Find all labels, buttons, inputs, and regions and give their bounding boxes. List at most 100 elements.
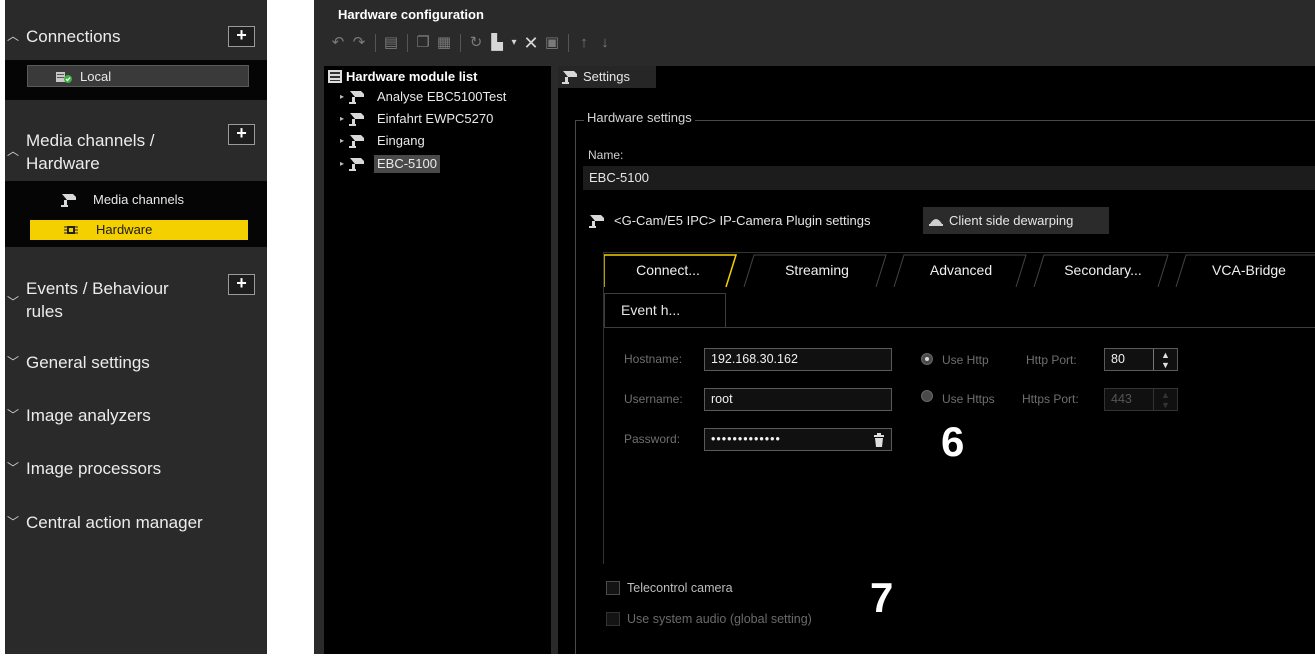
sidebar-item-label: Media channels: [93, 192, 185, 207]
settings-panel: Settings Hardware settings Name: EBC-510…: [558, 66, 1315, 654]
system-audio-label: Use system audio (global setting): [627, 612, 812, 626]
page-title: Hardware configuration: [338, 7, 484, 22]
tree-item-label: Einfahrt EWPC5270: [377, 111, 494, 126]
name-field[interactable]: EBC-5100: [583, 166, 1315, 190]
tab-streaming[interactable]: Streaming: [754, 253, 880, 287]
name-label: Name:: [588, 148, 624, 162]
expand-arrow-icon[interactable]: ▸: [340, 155, 344, 173]
section-label: Image processors: [26, 459, 162, 478]
tab-plugin-settings[interactable]: <G-Cam/E5 IPC> IP-Camera Plugin settings: [588, 207, 871, 234]
tab-label: Client side dewarping: [949, 213, 1074, 228]
group-title: Hardware settings: [584, 110, 695, 125]
password-input[interactable]: •••••••••••••: [704, 428, 892, 451]
copy-icon[interactable]: ❐: [413, 33, 433, 53]
tab-secondary[interactable]: Secondary...: [1044, 253, 1162, 287]
chevron-down-icon: ﹀: [7, 461, 20, 475]
module-list-title: Hardware module list: [346, 69, 478, 84]
chevron-down-icon: ﹀: [7, 355, 20, 369]
http-port-value: 80: [1111, 352, 1125, 366]
password-label: Password:: [624, 432, 681, 446]
section-label-line2: Hardware: [26, 154, 100, 173]
trash-icon: [874, 433, 884, 447]
save-icon[interactable]: ▤: [381, 33, 401, 53]
connections-list: Local: [5, 60, 267, 100]
chevron-up-icon: ︿: [7, 29, 20, 43]
toolbar-separator: [407, 34, 408, 52]
telecontrol-label: Telecontrol camera: [627, 581, 733, 595]
http-port-label: Http Port:: [1026, 353, 1077, 367]
expand-arrow-icon[interactable]: ▸: [340, 110, 344, 128]
https-port-stepper[interactable]: 443 ▲ ▼: [1104, 388, 1178, 411]
undo-icon[interactable]: ↶: [328, 33, 348, 53]
hardware-configuration-panel: Hardware configuration ↶ ↷ ▤ ❐ ▦ ↻ ▙ ▾ ✕…: [314, 0, 1315, 654]
move-up-icon[interactable]: ↑: [574, 33, 594, 53]
tab-advanced[interactable]: Advanced: [902, 253, 1020, 287]
tree-item-label: EBC-5100: [374, 155, 440, 173]
section-label: General settings: [26, 353, 150, 372]
tab-client-dewarping[interactable]: Client side dewarping: [923, 207, 1109, 234]
system-audio-checkbox[interactable]: [606, 612, 620, 626]
sidebar-item-hardware[interactable]: Hardware: [30, 220, 248, 240]
add-connection-button[interactable]: +: [228, 26, 255, 47]
tab-event-handling[interactable]: Event h...: [604, 293, 726, 327]
use-https-radio[interactable]: [921, 390, 933, 402]
sidebar: ︿ Connections + Local ︿ Media channels /…: [5, 0, 267, 654]
section-label-line1: Events / Behaviour: [26, 279, 169, 298]
callout-number-7: 7: [870, 574, 894, 621]
sidebar-item-label: Hardware: [96, 222, 153, 237]
camera-icon: [348, 111, 366, 132]
section-label: Connections: [26, 27, 121, 46]
telecontrol-checkbox[interactable]: [606, 581, 620, 595]
sidebar-item-label: Local: [80, 69, 112, 84]
hostname-input[interactable]: 192.168.30.162: [704, 348, 892, 371]
add-module-icon[interactable]: ▙: [487, 33, 507, 53]
chevron-down-icon: ﹀: [7, 515, 20, 529]
refresh-icon[interactable]: ↻: [466, 33, 486, 53]
dropdown-arrow-icon[interactable]: ▾: [508, 33, 520, 53]
chip-icon: [63, 222, 79, 244]
tree-item-label: Eingang: [377, 133, 425, 148]
http-port-stepper[interactable]: 80 ▲ ▼: [1104, 348, 1178, 371]
toolbar-separator: [375, 34, 376, 52]
expand-arrow-icon[interactable]: ▸: [340, 132, 344, 150]
sidebar-item-local[interactable]: Local: [27, 65, 249, 87]
add-event-button[interactable]: +: [228, 274, 255, 295]
use-http-radio[interactable]: [921, 353, 933, 365]
expand-arrow-icon[interactable]: ▸: [340, 88, 344, 106]
toolbar-separator: [460, 34, 461, 52]
tree-item-label: Analyse EBC5100Test: [377, 89, 507, 104]
password-value: •••••••••••••: [711, 432, 781, 446]
tab-label: Settings: [583, 69, 630, 84]
https-port-label: Https Port:: [1022, 392, 1079, 406]
use-https-label: Use Https: [942, 392, 995, 406]
paste-icon[interactable]: ▦: [434, 33, 454, 53]
section-label: Central action manager: [26, 513, 203, 532]
hostname-label: Hostname:: [624, 352, 683, 366]
stepper-arrows-icon[interactable]: ▲ ▼: [1153, 349, 1177, 370]
delete-icon[interactable]: ✕: [521, 33, 541, 53]
chevron-down-icon: ﹀: [7, 408, 20, 422]
camera-icon: [60, 192, 78, 215]
tab-settings[interactable]: Settings: [558, 66, 656, 88]
move-down-icon[interactable]: ↓: [595, 33, 615, 53]
callout-number-6: 6: [941, 418, 965, 465]
list-icon: [328, 70, 342, 83]
redo-icon[interactable]: ↷: [349, 33, 369, 53]
tab-connect[interactable]: Connect...: [608, 253, 728, 287]
server-check-icon: [55, 69, 73, 91]
section-label-line1: Media channels /: [26, 131, 155, 150]
hardware-module-list: Hardware module list ▸ Analyse EBC5100Te…: [324, 66, 551, 654]
username-input[interactable]: root: [704, 388, 892, 411]
tab-vca-bridge[interactable]: VCA-Bridge: [1186, 253, 1312, 287]
duplicate-icon[interactable]: ▣: [542, 33, 562, 53]
use-http-label: Use Http: [942, 353, 989, 367]
camera-icon: [589, 214, 604, 228]
media-list: Media channels Hardware: [5, 181, 267, 247]
add-media-button[interactable]: +: [228, 124, 255, 145]
sidebar-item-media-channels[interactable]: Media channels: [27, 189, 249, 211]
toolbar-separator: [568, 34, 569, 52]
chevron-up-icon: ︿: [7, 144, 20, 158]
stepper-arrows-icon[interactable]: ▲ ▼: [1153, 389, 1177, 410]
camera-icon: [348, 133, 366, 154]
module-list-header: Hardware module list: [328, 69, 477, 84]
